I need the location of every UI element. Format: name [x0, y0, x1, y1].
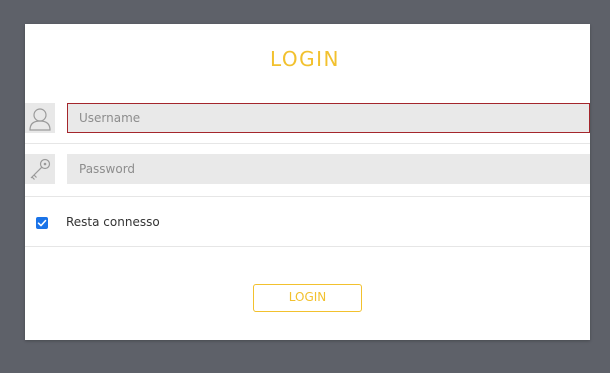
username-row: Username — [25, 97, 590, 144]
key-icon — [25, 154, 55, 184]
username-input[interactable]: Username — [67, 103, 590, 133]
remember-row: Resta connesso — [25, 198, 590, 247]
login-title: LOGIN — [269, 47, 341, 71]
login-button[interactable]: LOGIN — [253, 284, 362, 312]
password-input[interactable]: Password — [67, 154, 590, 184]
remember-checkbox[interactable] — [36, 217, 48, 229]
password-row: Password — [25, 148, 590, 197]
user-icon — [25, 103, 55, 133]
remember-label: Resta connesso — [66, 215, 160, 229]
